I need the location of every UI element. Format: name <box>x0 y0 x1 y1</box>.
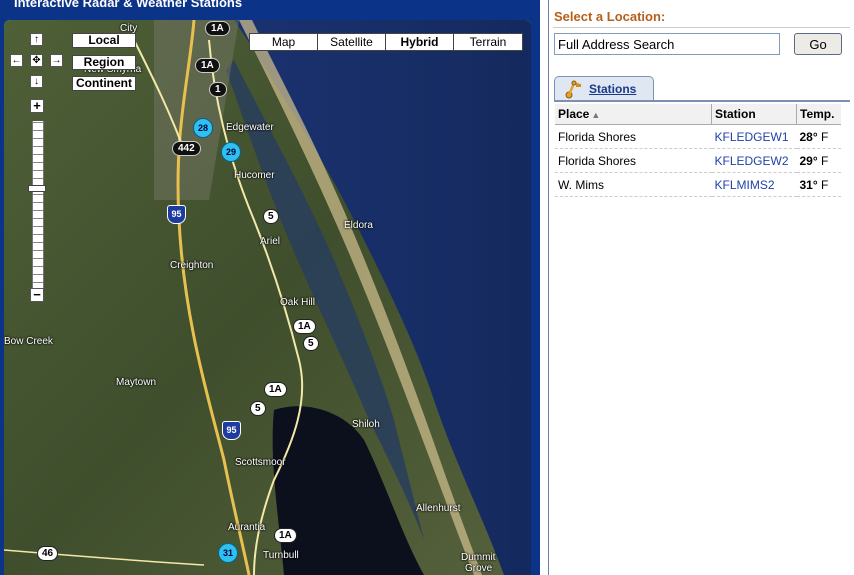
map-type-bar: Map Satellite Hybrid Terrain <box>249 33 523 51</box>
road-shield: 1A <box>205 21 230 36</box>
satellite-map[interactable] <box>4 20 531 575</box>
station-link[interactable]: KFLMIMS2 <box>715 178 775 192</box>
location-panel: Select a Location: Go Stations Place▲ St… <box>548 0 854 575</box>
zoom-in-button[interactable]: + <box>30 99 44 113</box>
map-panel: Interactive Radar & Weather Stations Cit… <box>0 0 540 575</box>
place-label: Turnbull <box>263 550 299 561</box>
place-label: Eldora <box>344 220 373 231</box>
map-type-terrain-button[interactable]: Terrain <box>454 34 522 50</box>
place-label: Dummit <box>461 552 496 563</box>
stations-tab-label: Stations <box>589 82 637 96</box>
place-label: Scottsmoor <box>235 457 286 468</box>
station-link[interactable]: KFLEDGEW1 <box>715 130 789 144</box>
station-marker[interactable]: 31 <box>218 543 238 563</box>
table-row: Florida Shores KFLEDGEW2 29° F <box>555 148 841 173</box>
pan-center-button[interactable]: ✥ <box>30 54 43 67</box>
road-shield: 5 <box>263 209 279 224</box>
road-shield: 1A <box>274 528 297 543</box>
place-label: Aurantia <box>228 522 266 533</box>
road-shield: 1 <box>209 82 227 97</box>
place-label: Ariel <box>260 236 281 247</box>
pan-left-button[interactable]: ← <box>10 54 23 67</box>
address-search-input[interactable] <box>554 33 780 55</box>
station-marker[interactable]: 29 <box>221 142 241 162</box>
select-location-heading: Select a Location: <box>554 9 666 24</box>
table-header-row: Place ▲ Station Temp. <box>555 104 841 125</box>
region-button[interactable]: Region <box>72 55 136 70</box>
map-title: Interactive Radar & Weather Stations <box>14 0 243 10</box>
heading-divider <box>553 27 850 28</box>
table-row: Florida Shores KFLEDGEW1 28° F <box>555 124 841 149</box>
temp-column-header[interactable]: Temp. <box>796 104 841 125</box>
place-label: Maytown <box>116 377 157 388</box>
place-cell: Florida Shores <box>555 124 712 149</box>
interstate-shield: 95 <box>167 205 186 224</box>
zoom-out-button[interactable]: − <box>30 288 44 302</box>
temp-cell: 28° F <box>796 124 841 149</box>
weather-station-icon <box>565 80 581 99</box>
place-label: Shiloh <box>352 419 380 430</box>
station-column-header[interactable]: Station <box>711 104 797 125</box>
pan-right-button[interactable]: → <box>50 54 63 67</box>
pan-down-button[interactable]: ↓ <box>30 75 43 88</box>
place-label: Allenhurst <box>416 503 461 514</box>
place-label: Grove <box>465 563 493 574</box>
road-shield: 5 <box>303 336 319 351</box>
road-shield: 1A <box>264 382 287 397</box>
zoom-slider-thumb[interactable] <box>28 185 46 192</box>
zoom-slider-track[interactable] <box>32 121 44 291</box>
stations-table: Place ▲ Station Temp. Florida Shores KFLE… <box>555 104 841 197</box>
station-link[interactable]: KFLEDGEW2 <box>715 154 789 168</box>
place-label: Hucomer <box>234 170 275 181</box>
place-cell: W. Mims <box>555 172 712 197</box>
place-label: Bow Creek <box>4 336 53 347</box>
road-shield: 1A <box>293 319 316 334</box>
map-type-hybrid-button[interactable]: Hybrid <box>386 34 454 50</box>
place-column-header[interactable]: Place ▲ <box>555 104 712 125</box>
continent-button[interactable]: Continent <box>72 76 136 91</box>
map-type-satellite-button[interactable]: Satellite <box>318 34 386 50</box>
road-shield: 46 <box>37 546 59 561</box>
station-marker[interactable]: 28 <box>193 118 213 138</box>
pan-up-button[interactable]: ↑ <box>30 33 43 46</box>
sort-ascending-icon: ▲ <box>591 110 601 120</box>
interstate-shield: 95 <box>222 421 241 440</box>
local-button[interactable]: Local <box>72 33 136 48</box>
road-shield: 5 <box>250 401 266 416</box>
place-label: Creighton <box>170 260 214 271</box>
place-label: Oak Hill <box>280 297 316 308</box>
tab-underline <box>554 100 850 102</box>
place-label: Edgewater <box>226 122 274 133</box>
place-cell: Florida Shores <box>555 148 712 173</box>
go-button[interactable]: Go <box>794 33 842 55</box>
table-row: W. Mims KFLMIMS2 31° F <box>555 172 841 197</box>
road-shield: 442 <box>172 141 201 156</box>
temp-cell: 29° F <box>796 148 841 173</box>
tab-stations[interactable]: Stations <box>554 76 654 100</box>
road-shield: 1A <box>195 58 220 73</box>
map-frame: City New Smyrna Edgewater Hucomer Eldora… <box>4 20 531 575</box>
temp-cell: 31° F <box>796 172 841 197</box>
map-type-map-button[interactable]: Map <box>250 34 318 50</box>
